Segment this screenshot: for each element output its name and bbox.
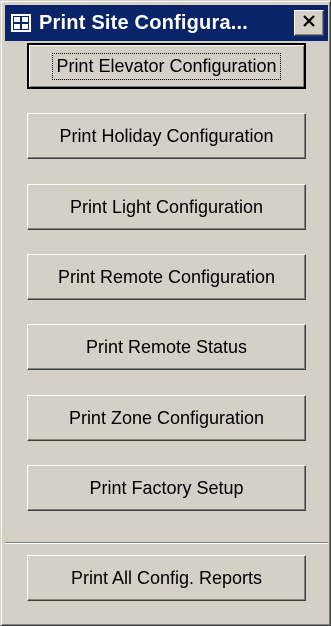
button-label: Print Elevator Configuration <box>52 52 281 80</box>
print-elevator-configuration-button[interactable]: Print Elevator Configuration <box>27 43 306 89</box>
button-label: Print All Config. Reports <box>70 567 263 588</box>
print-factory-setup-button[interactable]: Print Factory Setup <box>27 465 306 511</box>
button-label: Print Light Configuration <box>69 196 264 217</box>
button-label: Print Zone Configuration <box>68 407 265 428</box>
print-all-config-reports-button[interactable]: Print All Config. Reports <box>27 555 306 601</box>
print-remote-configuration-button[interactable]: Print Remote Configuration <box>27 254 306 300</box>
close-button[interactable] <box>294 10 324 36</box>
form-icon <box>11 14 31 32</box>
window-title: Print Site Configura... <box>39 11 249 34</box>
print-holiday-configuration-button[interactable]: Print Holiday Configuration <box>27 113 306 159</box>
print-zone-configuration-button[interactable]: Print Zone Configuration <box>27 395 306 441</box>
title-bar[interactable]: Print Site Configura... <box>5 5 328 41</box>
button-label: Print Remote Status <box>85 336 248 357</box>
button-label: Print Factory Setup <box>89 477 244 498</box>
print-site-configuration-window: Print Site Configura... Print Elevator C… <box>0 0 331 626</box>
print-remote-status-button[interactable]: Print Remote Status <box>27 324 306 370</box>
separator-line <box>5 542 328 544</box>
print-light-configuration-button[interactable]: Print Light Configuration <box>27 184 306 230</box>
button-label: Print Holiday Configuration <box>59 125 274 146</box>
close-icon <box>302 14 316 32</box>
button-label: Print Remote Configuration <box>57 266 276 287</box>
client-area: Print Elevator Configuration Print Holid… <box>5 43 328 623</box>
